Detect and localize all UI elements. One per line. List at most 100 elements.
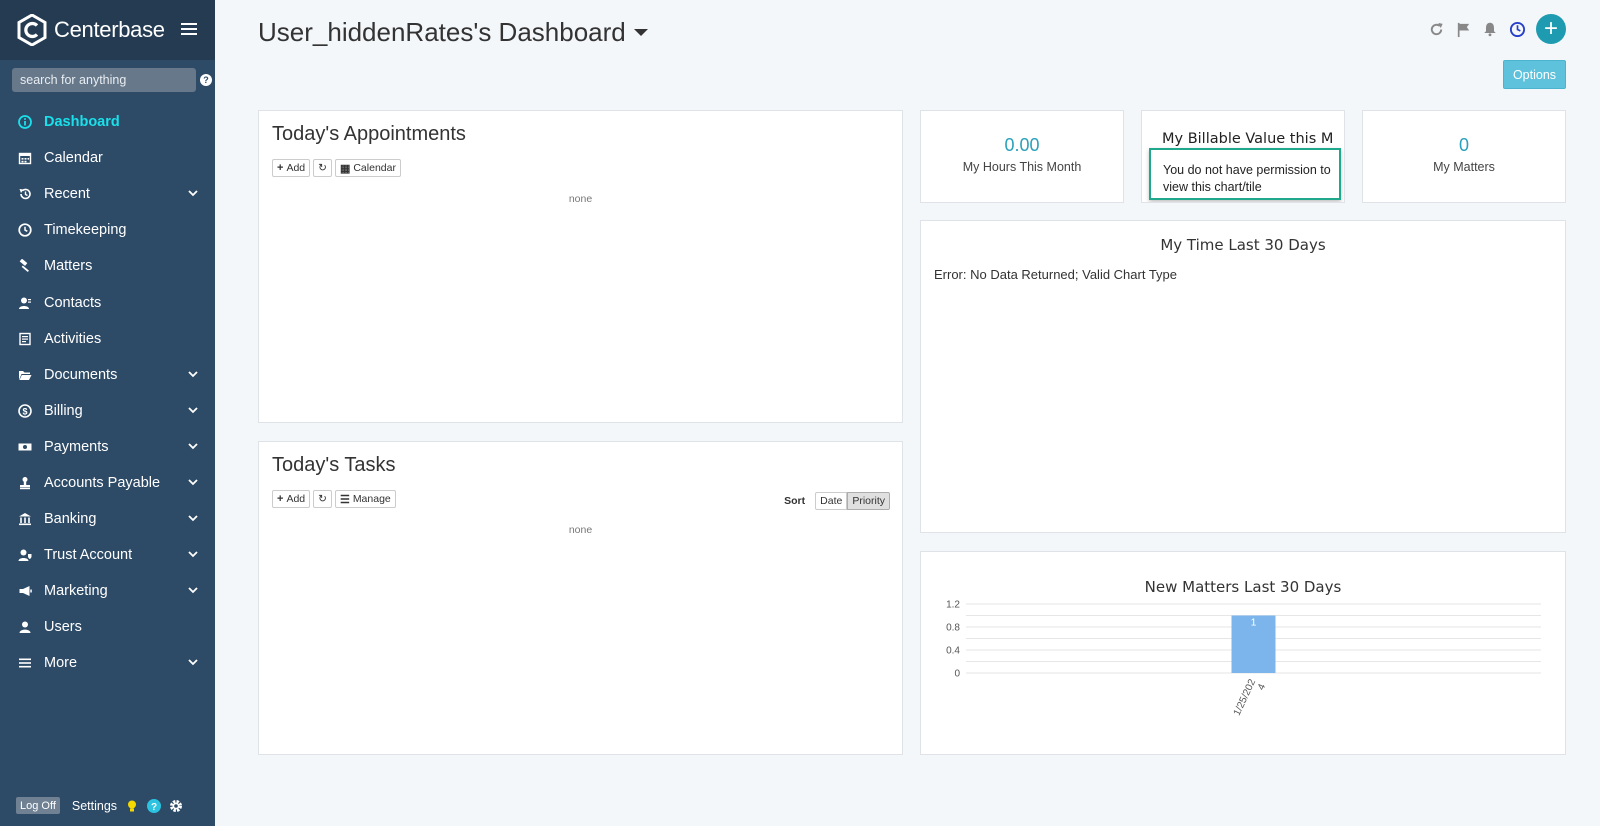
timer-clock-icon[interactable] (1508, 20, 1526, 38)
sidebar-item-calendar[interactable]: Calendar (0, 140, 215, 176)
y-tick-label: 0 (954, 669, 960, 680)
chevron-down-icon[interactable] (187, 368, 199, 380)
list-small-icon: ☰ (339, 493, 350, 506)
x-category-label-line: 4 (1256, 682, 1269, 692)
tasks-empty-text: none (568, 524, 593, 536)
history-icon (18, 187, 32, 201)
sidebar-item-label: Timekeeping (44, 222, 127, 239)
options-button[interactable]: Options (1503, 60, 1566, 89)
plus-icon: + (277, 493, 284, 505)
sidebar-item-dashboard[interactable]: Dashboard (0, 104, 215, 140)
x-category-label: 1/25/2024 (1232, 677, 1269, 717)
appointments-add-label: Add (286, 162, 306, 174)
sidebar-item-recent[interactable]: Recent (0, 176, 215, 212)
chevron-down-icon[interactable] (187, 187, 199, 199)
menu-toggle-icon[interactable] (181, 19, 197, 42)
hours-value: 0.00 (1004, 135, 1040, 155)
page-title[interactable]: User_hiddenRates's Dashboard (258, 17, 648, 48)
appointments-calendar-button[interactable]: ▦ Calendar (334, 159, 401, 177)
bell-icon[interactable] (1481, 20, 1499, 38)
trust-icon (18, 548, 32, 562)
centerbase-logo-icon[interactable] (16, 13, 48, 47)
calendar-small-icon: ▦ (339, 162, 351, 175)
chevron-down-icon[interactable] (187, 548, 199, 560)
gear-icon[interactable] (169, 799, 183, 813)
refresh-icon[interactable] (1427, 20, 1445, 38)
matters-value: 0 (1458, 135, 1469, 155)
refresh-small-icon: ↻ (318, 493, 327, 505)
chevron-down-icon[interactable] (187, 404, 199, 416)
sidebar-item-label: Accounts Payable (44, 474, 161, 491)
user-icon (18, 620, 32, 634)
sidebar-item-label: Dashboard (44, 114, 120, 131)
permission-message-box: You do not have permission to view this … (1149, 148, 1341, 200)
clock-icon (18, 223, 32, 237)
appointments-refresh-button[interactable]: ↻ (313, 159, 332, 177)
matters-tile[interactable]: 0 My Matters (1362, 110, 1566, 203)
chevron-down-icon[interactable] (187, 656, 199, 668)
sidebar-item-matters[interactable]: Matters (0, 248, 215, 284)
sidebar-item-accounts-payable[interactable]: Accounts Payable (0, 465, 215, 501)
sidebar-item-contacts[interactable]: Contacts (0, 284, 215, 320)
folder-icon (18, 368, 32, 382)
sidebar-item-label: Documents (44, 366, 118, 383)
lightbulb-icon[interactable] (125, 799, 139, 813)
bar-data-label: 1 (1251, 618, 1257, 629)
sidebar-item-label: Marketing (44, 583, 108, 600)
flag-icon[interactable] (1454, 20, 1472, 38)
sidebar-item-billing[interactable]: $ Billing (0, 393, 215, 429)
chevron-down-icon[interactable] (187, 584, 199, 596)
sidebar-item-label: Banking (44, 511, 97, 528)
search-input[interactable] (12, 68, 196, 92)
sort-priority-button[interactable]: Priority (847, 492, 890, 510)
megaphone-icon (18, 584, 32, 598)
tasks-refresh-button[interactable]: ↻ (313, 490, 332, 508)
matters-label: My Matters (1433, 160, 1495, 174)
sidebar-item-timekeeping[interactable]: Timekeeping (0, 212, 215, 248)
contacts-icon (18, 296, 32, 310)
sidebar-item-label: Billing (44, 402, 83, 419)
gavel-icon (18, 259, 32, 273)
logoff-button[interactable]: Log Off (16, 797, 60, 814)
sidebar-item-users[interactable]: Users (0, 609, 215, 645)
new-matters-chart: 0 0.4 0.8 1.2 1 1/25/2024 (946, 600, 1541, 718)
settings-link[interactable]: Settings (72, 799, 117, 813)
chevron-down-icon[interactable] (187, 512, 199, 524)
sidebar-item-trust-account[interactable]: Trust Account (0, 537, 215, 573)
y-tick-label: 0.4 (946, 646, 960, 657)
app-name: Centerbase (54, 17, 165, 42)
tasks-manage-button[interactable]: ☰ Manage (334, 490, 396, 508)
search-help-icon[interactable]: ? (200, 74, 212, 86)
appointments-empty-text: none (568, 193, 593, 205)
tasks-panel: Today's Tasks + Add ↻ ☰ Manage Sort Date P… (258, 441, 903, 755)
sidebar-item-activities[interactable]: Activities (0, 321, 215, 357)
plus-icon: + (277, 162, 284, 174)
chevron-down-icon[interactable] (187, 440, 199, 452)
y-tick-label: 1.2 (946, 600, 960, 611)
sidebar-item-label: More (44, 655, 78, 672)
appointments-panel: Today's Appointments + Add ↻ ▦ Calendar no… (258, 110, 903, 423)
permission-message: You do not have permission to view this … (1163, 163, 1331, 194)
add-new-button[interactable]: + (1536, 14, 1566, 44)
x-category-label-line: 1/25/202 (1232, 677, 1259, 717)
hours-tile[interactable]: 0.00 My Hours This Month (920, 110, 1124, 203)
sidebar-item-banking[interactable]: Banking (0, 501, 215, 537)
help-icon[interactable]: ? (147, 798, 162, 813)
chevron-down-icon[interactable] (187, 476, 199, 488)
dashboard-dropdown-caret-icon[interactable] (633, 29, 648, 36)
billable-tile[interactable]: My Billable Value this M You do not have… (1141, 110, 1345, 203)
calendar-icon (18, 151, 32, 165)
sidebar-item-label: Recent (44, 186, 90, 203)
sidebar-item-marketing[interactable]: Marketing (0, 573, 215, 609)
tasks-add-button[interactable]: + Add (272, 490, 311, 508)
time-chart-error: Error: No Data Returned; Valid Chart Typ… (934, 267, 1178, 282)
appointments-add-button[interactable]: + Add (272, 159, 311, 177)
money-icon (18, 440, 32, 454)
sidebar-item-label: Payments (44, 438, 109, 455)
sidebar-item-payments[interactable]: Payments (0, 429, 215, 465)
sidebar-item-documents[interactable]: Documents (0, 357, 215, 393)
stamp-icon (18, 476, 32, 490)
sidebar-item-more[interactable]: More (0, 645, 215, 681)
sort-date-button[interactable]: Date (815, 492, 848, 510)
info-icon (18, 115, 32, 129)
